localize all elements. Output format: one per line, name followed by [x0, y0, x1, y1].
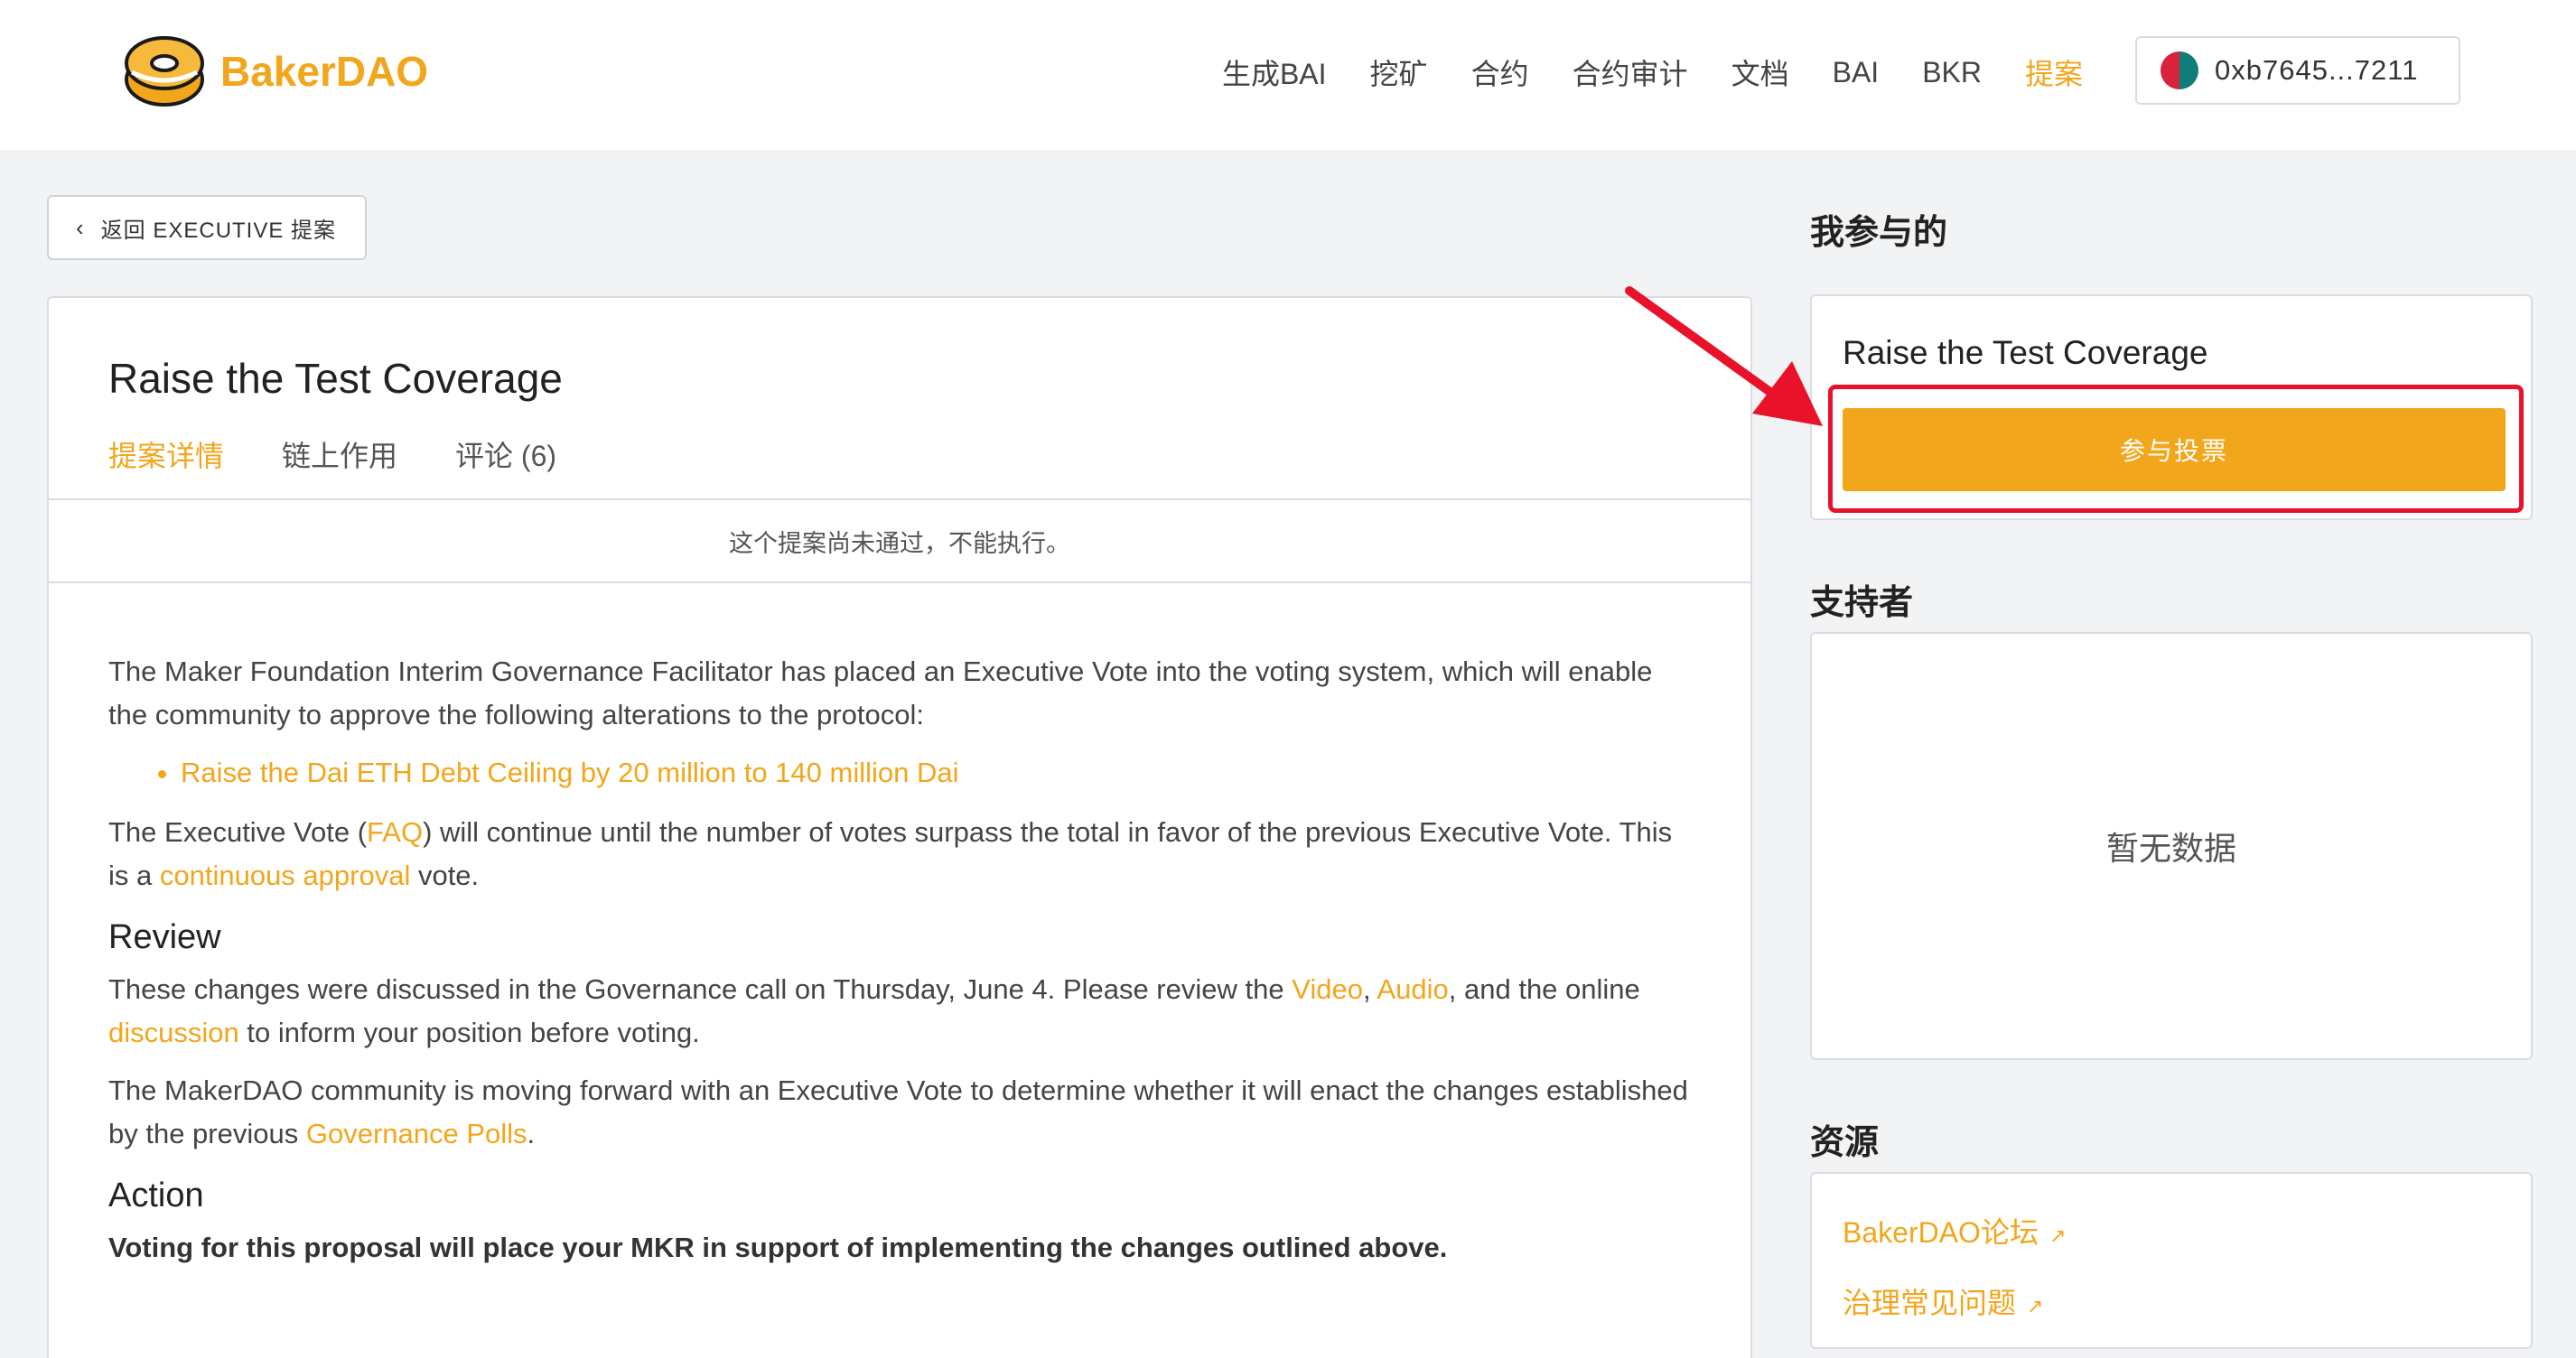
alterations-list: Raise the Dai ETH Debt Ceiling by 20 mil…: [181, 751, 1698, 795]
action-heading: Action: [108, 1177, 204, 1214]
review-heading: Review: [108, 918, 221, 956]
nav-item-contract-audit[interactable]: 合约审计: [1573, 51, 1688, 93]
text-span: to inform your position before voting.: [238, 1017, 700, 1048]
text-span: vote.: [410, 860, 480, 891]
vote-button[interactable]: 参与投票: [1843, 408, 2506, 491]
proposal-body: The Maker Foundation Interim Governance …: [108, 650, 1698, 1284]
main-nav: 生成BAI 挖矿 合约 合约审计 文档 BAI BKR 提案: [1222, 45, 2083, 99]
proposal-card: Raise the Test Coverage 提案详情 链上作用 评论 (6)…: [47, 296, 1752, 1358]
executive-vote-paragraph: The Executive Vote (FAQ) will continue u…: [108, 811, 1698, 898]
status-notice: 这个提案尚未通过，不能执行。: [49, 500, 1750, 583]
text-span: The Executive Vote (: [108, 816, 368, 848]
tab-details[interactable]: 提案详情: [108, 433, 224, 475]
faq-link[interactable]: FAQ: [367, 816, 423, 848]
logo-text: BakerDAO: [220, 48, 429, 95]
community-paragraph: The MakerDAO community is moving forward…: [108, 1069, 1698, 1156]
resources-card: BakerDAO论坛 ↗ 治理常见问题 ↗: [1810, 1172, 2533, 1349]
tab-comments[interactable]: 评论 (6): [455, 433, 556, 475]
proposal-title: Raise the Test Coverage: [108, 355, 563, 402]
top-header: BakerDAO 生成BAI 挖矿 合约 合约审计 文档 BAI BKR 提案 …: [0, 0, 2576, 150]
vote-card-title: Raise the Test Coverage: [1843, 334, 2208, 371]
text-span: ,: [1362, 973, 1377, 1005]
participated-heading: 我参与的: [1810, 214, 1948, 252]
wallet-address: 0xb7645...7211: [2215, 54, 2419, 86]
nav-item-bai[interactable]: BAI: [1833, 56, 1880, 89]
governance-faq-link[interactable]: 治理常见问题 ↗: [1843, 1280, 2043, 1322]
back-button-label: 返回 EXECUTIVE 提案: [100, 218, 337, 243]
back-to-executive-button[interactable]: ‹ 返回 EXECUTIVE 提案: [47, 195, 367, 260]
nav-item-contracts[interactable]: 合约: [1471, 51, 1529, 93]
external-link-icon: ↗: [2027, 1295, 2044, 1317]
nav-item-bkr[interactable]: BKR: [1922, 56, 1982, 89]
bagel-logo-icon: [125, 36, 204, 107]
vote-card: Raise the Test Coverage 参与投票: [1810, 294, 2533, 520]
intro-paragraph: The Maker Foundation Interim Governance …: [108, 656, 1653, 730]
list-item: Raise the Dai ETH Debt Ceiling by 20 mil…: [181, 751, 1698, 795]
debt-ceiling-link[interactable]: Raise the Dai ETH Debt Ceiling by 20 mil…: [181, 757, 959, 788]
wallet-avatar-icon: [2161, 51, 2198, 89]
text-span: , and the online: [1448, 973, 1640, 1005]
review-paragraph: These changes were discussed in the Gove…: [108, 968, 1698, 1055]
action-paragraph: Voting for this proposal will place your…: [108, 1232, 1448, 1263]
audio-link[interactable]: Audio: [1377, 973, 1448, 1005]
nav-item-proposals[interactable]: 提案: [2025, 51, 2083, 93]
nav-item-mining[interactable]: 挖矿: [1370, 51, 1428, 93]
nav-item-docs[interactable]: 文档: [1731, 51, 1789, 93]
forum-link-label: BakerDAO论坛: [1843, 1216, 2039, 1249]
chevron-left-icon: ‹: [76, 213, 85, 241]
discussion-link[interactable]: discussion: [108, 1017, 239, 1048]
supporters-heading: 支持者: [1810, 584, 1914, 622]
proposal-tabs: 提案详情 链上作用 评论 (6): [108, 433, 556, 475]
red-arrow-annotation-icon: [1625, 286, 1823, 426]
text-span: These changes were discussed in the Gove…: [108, 973, 1293, 1005]
empty-state-text: 暂无数据: [2105, 830, 2236, 867]
wallet-button[interactable]: 0xb7645...7211: [2135, 36, 2460, 105]
forum-link[interactable]: BakerDAO论坛 ↗: [1843, 1210, 2066, 1251]
logo[interactable]: BakerDAO: [123, 33, 428, 110]
governance-faq-label: 治理常见问题: [1843, 1287, 2017, 1319]
resources-heading: 资源: [1810, 1124, 1880, 1162]
supporters-card: 暂无数据: [1810, 632, 2533, 1060]
continuous-approval-link[interactable]: continuous approval: [160, 860, 410, 891]
external-link-icon: ↗: [2049, 1224, 2067, 1247]
tab-onchain-effects[interactable]: 链上作用: [282, 433, 397, 475]
nav-item-generate-bai[interactable]: 生成BAI: [1222, 51, 1327, 93]
text-span: .: [527, 1118, 536, 1149]
governance-polls-link[interactable]: Governance Polls: [306, 1118, 527, 1149]
video-link[interactable]: Video: [1292, 973, 1363, 1005]
